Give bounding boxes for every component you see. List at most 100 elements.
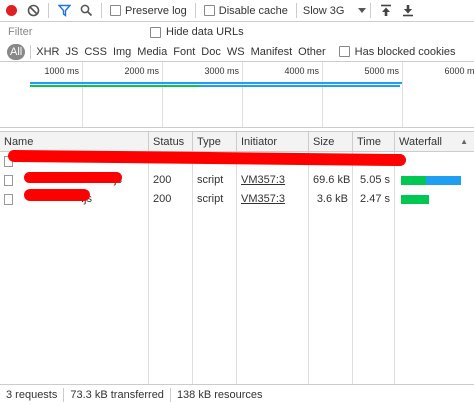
request-type: script [193,190,237,209]
column-header-size[interactable]: Size [309,132,353,152]
timeline-tick-label: 1000 ms [44,66,79,76]
preserve-log-label: Preserve log [125,4,187,17]
filter-ws[interactable]: WS [224,44,248,60]
filter-icon [57,4,71,17]
toolbar-divider [194,3,196,18]
timeline-overview[interactable]: 1000 ms 2000 ms 3000 ms 4000 ms 5000 ms … [0,62,474,128]
file-icon [4,175,13,186]
request-waterfall [395,190,474,209]
filter-input[interactable] [0,23,140,41]
toolbar-divider [370,3,372,18]
request-waterfall [395,152,474,171]
network-toolbar: Preserve log Disable cache Slow 3G [0,0,474,22]
disable-cache-checkbox-box[interactable] [203,5,215,16]
file-icon [4,194,13,205]
request-type: script [193,171,237,190]
overview-request-bar [200,85,400,87]
requests-table: Name Status Type Initiator Size Time Wat… [0,131,474,385]
throttling-select[interactable]: Slow 3G [303,5,367,17]
waterfall-waiting-bar [400,176,426,185]
column-header-type[interactable]: Type [193,132,237,152]
filter-js[interactable]: JS [62,44,81,60]
column-header-time[interactable]: Time [353,132,395,152]
column-header-initiator[interactable]: Initiator [237,132,309,152]
timeline-gridline [322,62,323,127]
upload-icon [381,4,392,16]
toolbar-divider [295,3,297,18]
table-header: Name Status Type Initiator Size Time Wat… [0,132,474,152]
waterfall-download-bar [425,176,461,185]
filter-all[interactable]: All [7,43,26,60]
request-status: 200 [149,171,193,190]
request-size: 3.6 kB [309,190,353,209]
request-initiator: VM357:3 [237,190,309,209]
hide-data-urls-checkbox-box[interactable] [150,26,161,38]
overview-request-bar [30,82,402,84]
record-icon [5,5,17,16]
disable-cache-label: Disable cache [218,4,288,17]
sort-ascending-icon: ▲ [460,137,468,146]
timeline-tick-label: 6000 ms [444,66,474,76]
initiator-link[interactable]: VM357:3 [241,174,285,186]
filter-toggle-button[interactable] [53,0,75,22]
resource-type-filter-bar: All XHR JS CSS Img Media Font Doc WS Man… [0,42,474,62]
waterfall-header-label: Waterfall [399,136,442,148]
column-divider [308,152,309,385]
filter-font[interactable]: Font [170,44,198,60]
request-waterfall [395,171,474,190]
export-har-button[interactable] [397,0,419,22]
column-header-status[interactable]: Status [149,132,193,152]
transferred-size: 73.3 kB transferred [70,389,164,401]
column-divider [236,152,237,385]
preserve-log-checkbox[interactable]: Preserve log [110,5,187,17]
redaction-mark [24,172,122,183]
request-time: 2.47 s [353,190,395,209]
preserve-log-checkbox-box[interactable] [110,5,121,16]
has-blocked-cookies-checkbox-box[interactable] [338,46,350,57]
hide-data-urls-checkbox[interactable]: Hide data URLs [150,26,244,38]
has-blocked-cookies-label: Has blocked cookies [354,45,456,58]
filter-doc[interactable]: Doc [198,44,224,60]
hide-data-urls-label: Hide data URLs [166,26,244,38]
filter-divider [30,44,32,59]
filter-other[interactable]: Other [295,44,329,60]
timeline-tick-label: 4000 ms [284,66,319,76]
column-divider [192,152,193,385]
timeline-tick-label: 2000 ms [124,66,159,76]
initiator-link[interactable]: VM357:3 [241,193,285,205]
clear-icon [27,4,39,17]
import-har-button[interactable] [375,0,397,22]
download-icon [403,5,414,17]
timeline-gridline [402,62,403,127]
column-header-name[interactable]: Name [0,132,149,152]
toolbar-divider [48,3,49,18]
has-blocked-cookies-checkbox[interactable]: Has blocked cookies [338,45,456,58]
status-bar: 3 requests 73.3 kB transferred 138 kB re… [0,384,474,405]
filter-bar: Hide data URLs [0,22,474,42]
disable-cache-checkbox[interactable]: Disable cache [203,4,288,17]
search-icon [80,4,92,17]
filter-img[interactable]: Img [110,44,134,60]
clear-button[interactable] [22,0,44,22]
filter-media[interactable]: Media [134,44,170,60]
search-button[interactable] [75,0,97,22]
toolbar-divider [101,3,102,18]
throttling-value: Slow 3G [302,4,345,17]
request-count: 3 requests [6,389,58,401]
column-divider [352,152,353,385]
column-header-waterfall[interactable]: Waterfall ▲ [395,132,474,152]
filter-css[interactable]: CSS [81,44,110,60]
filter-xhr[interactable]: XHR [33,44,62,60]
timeline-tick-label: 5000 ms [364,66,399,76]
filter-manifest[interactable]: Manifest [248,44,296,60]
request-status: 200 [149,190,193,209]
resources-size: 138 kB resources [176,389,263,401]
request-initiator: VM357:3 [237,171,309,190]
timeline-gridline [82,62,83,127]
timeline-gridline [242,62,243,127]
record-button[interactable] [0,0,22,22]
column-divider [394,152,395,385]
waterfall-waiting-bar [400,195,429,204]
timeline-gridline [162,62,163,127]
request-size: 69.6 kB [309,171,353,190]
